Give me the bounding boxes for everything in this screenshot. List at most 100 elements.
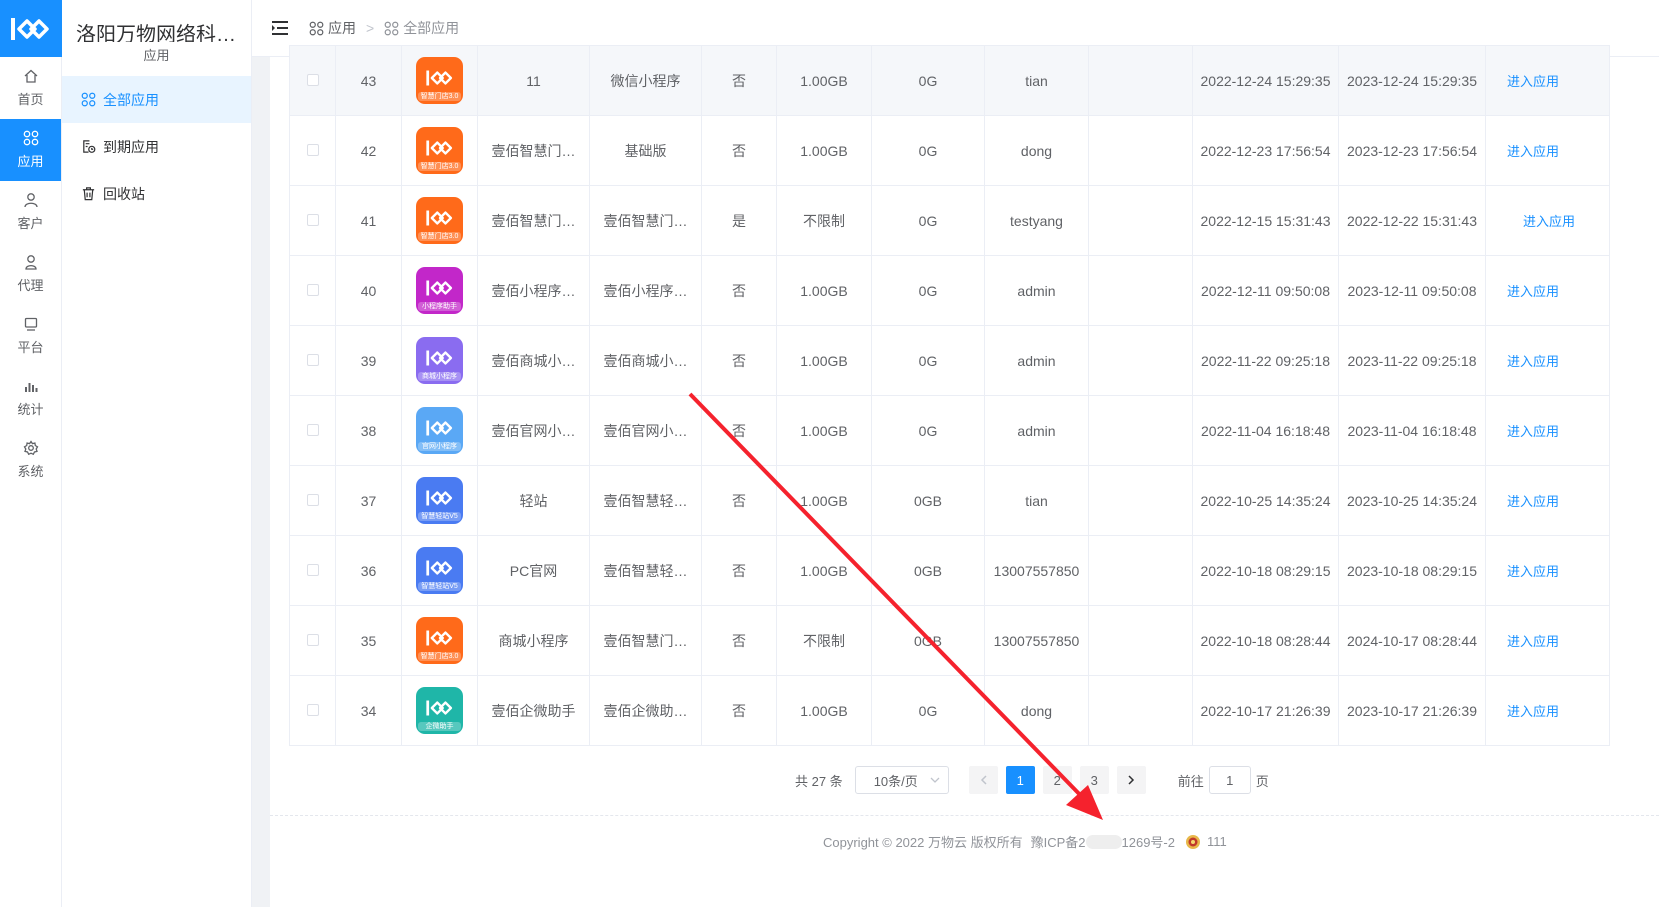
rail-item-0[interactable]: 首页 [0,57,61,119]
app-used: 0G [871,675,985,746]
logo-mark-icon [425,420,452,435]
enter-app-link[interactable]: 进入应用 [1507,354,1559,369]
home-icon [24,69,37,83]
enter-app-link[interactable]: 进入应用 [1507,564,1559,579]
app-owner: admin [984,395,1089,466]
app-created: 2022-12-23 17:56:54 [1192,115,1339,186]
app-flag: 否 [701,395,777,466]
rail-item-4[interactable]: 平台 [0,305,61,367]
app-storage: 不限制 [776,185,872,256]
logo-mark-icon [425,560,452,575]
app-flag: 否 [701,605,777,676]
row-checkbox[interactable] [306,213,319,226]
app-logo-icon: 智慧门店3.0 [416,197,463,244]
trash-icon [82,187,95,201]
footer: Copyright © 2022 万物云 版权所有 豫ICP备2 1269号-2… [823,832,1227,851]
sidebar-item-1[interactable]: 到期应用 [62,123,251,170]
empty-cell [1088,465,1193,536]
enter-app-link[interactable]: 进入应用 [1507,424,1559,439]
app-created: 2022-10-18 08:28:44 [1192,605,1339,676]
app-type: 微信小程序 [589,45,702,116]
breadcrumb-apps[interactable]: 应用 [328,18,356,38]
enter-app-link[interactable]: 进入应用 [1507,284,1559,299]
prev-page-button[interactable] [968,766,998,794]
app-owner: 13007557850 [984,535,1089,606]
app-logo-icon: 官网小程序 [416,407,463,454]
app-icon-label: 小程序助手 [418,302,461,311]
police-record[interactable]: 111 [1207,834,1227,849]
app-expires: 2023-10-25 14:35:24 [1338,465,1486,536]
agent-icon [24,255,37,270]
table-row: 37 智慧轻站V5 轻站 壹佰智慧轻… 否 1.00GB 0GB tian 2022-10-25… [289,465,1610,536]
app-logo-icon: 企微助手 [416,687,463,734]
icp-suffix[interactable]: 1269号-2 [1122,832,1175,851]
rail-item-1[interactable]: 应用 [0,119,61,181]
page-size-select[interactable]: 10条/页 [854,766,949,794]
sidebar-item-label: 回收站 [103,185,145,202]
empty-cell [1088,255,1193,326]
enter-app-link[interactable]: 进入应用 [1507,144,1559,159]
app-created: 2022-12-15 15:31:43 [1192,185,1339,256]
enter-app-link[interactable]: 进入应用 [1507,704,1559,719]
app-used: 0G [871,115,985,186]
sidebar-item-label: 全部应用 [103,91,159,108]
empty-cell [1088,675,1193,746]
table-row: 36 智慧轻站V5 PC官网 壹佰智慧轻… 否 1.00GB 0GB 13007557850 2… [289,535,1610,606]
rail-item-2[interactable]: 客户 [0,181,61,243]
app-type: 壹佰智慧轻… [589,535,702,606]
enter-app-link[interactable]: 进入应用 [1523,214,1575,229]
app-icon-label: 商城小程序 [418,372,461,381]
enter-app-link[interactable]: 进入应用 [1507,494,1559,509]
sidebar-item-2[interactable]: 回收站 [62,170,251,217]
enter-app-link[interactable]: 进入应用 [1507,74,1559,89]
page-button-3[interactable]: 3 [1079,766,1109,794]
app-name: 壹佰小程序… [477,255,590,326]
brand-logo[interactable] [0,0,62,57]
logo-mark-icon [425,210,452,225]
row-checkbox[interactable] [306,563,319,576]
row-checkbox[interactable] [306,423,319,436]
app-id: 42 [335,115,402,186]
row-checkbox[interactable] [306,283,319,296]
page-button-1[interactable]: 1 [1005,766,1035,794]
app-id: 41 [335,185,402,256]
rail-item-6[interactable]: 系统 [0,429,61,491]
goto-label: 前往 [1177,773,1204,789]
app-icon-label: 智慧门店3.0 [418,232,461,241]
row-checkbox[interactable] [306,73,319,86]
app-name: 壹佰企微助手 [477,675,590,746]
row-select-cell [289,185,336,256]
menu-toggle-icon[interactable] [272,21,290,35]
next-page-button[interactable] [1116,766,1146,794]
row-select-cell [289,255,336,326]
copyright-text: Copyright © 2022 万物云 版权所有 [823,835,1023,850]
rail-item-3[interactable]: 代理 [0,243,61,305]
app-name: 壹佰商城小… [477,325,590,396]
enter-app-link[interactable]: 进入应用 [1507,634,1559,649]
action-cell: 进入应用 [1485,45,1610,116]
logo-mark-icon [425,700,452,715]
table-row: 38 官网小程序 壹佰官网小… 壹佰官网小… 否 1.00GB 0G admin 2022-11… [289,395,1610,466]
sidebar-item-0[interactable]: 全部应用 [62,76,251,123]
row-checkbox[interactable] [306,143,319,156]
app-owner: admin [984,325,1089,396]
rail-item-5[interactable]: 统计 [0,367,61,429]
row-select-cell [289,605,336,676]
page-button-2[interactable]: 2 [1042,766,1072,794]
row-checkbox[interactable] [306,493,319,506]
app-icon-label: 智慧轻站V5 [418,512,461,521]
app-icon-cell: 智慧门店3.0 [401,185,478,256]
app-logo-icon: 商城小程序 [416,337,463,384]
app-owner: admin [984,255,1089,326]
app-icon-label: 官网小程序 [418,442,461,451]
row-select-cell [289,675,336,746]
app-icon-cell: 智慧轻站V5 [401,465,478,536]
icp-prefix[interactable]: 豫ICP备2 [1031,832,1086,851]
row-checkbox[interactable] [306,703,319,716]
row-checkbox[interactable] [306,633,319,646]
row-checkbox[interactable] [306,353,319,366]
rail-item-label: 系统 [17,464,44,479]
page-jump-input[interactable]: 1 [1208,766,1251,794]
logo-mark-icon [425,490,452,505]
app-storage: 1.00GB [776,255,872,326]
